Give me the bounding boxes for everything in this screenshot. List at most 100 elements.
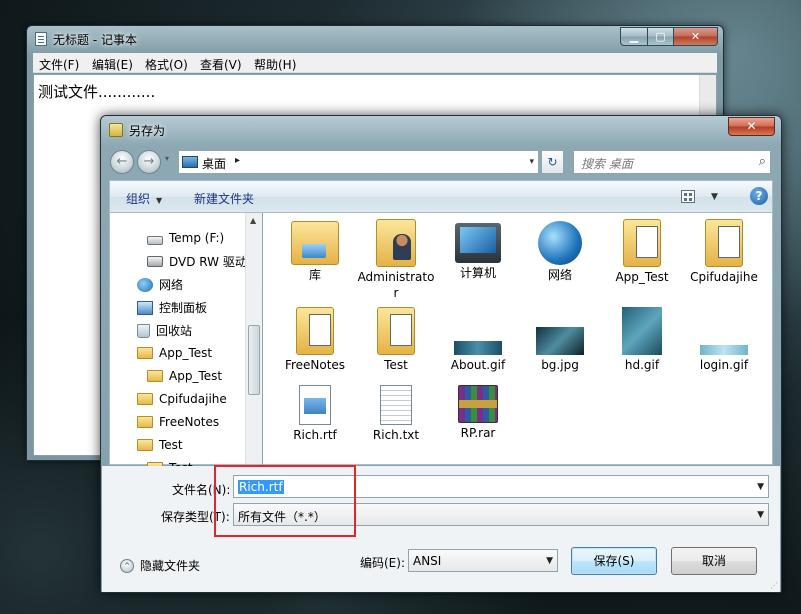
- rar-archive-icon: [458, 385, 498, 423]
- file-label: RP.rar: [460, 426, 496, 440]
- save-button[interactable]: 保存(S): [571, 547, 657, 575]
- dvd-drive-icon: [147, 256, 163, 267]
- notepad-menubar: 文件(F) 编辑(E) 格式(O) 查看(V) 帮助(H): [33, 53, 717, 73]
- nav-item-label: 控制面板: [159, 301, 208, 315]
- nav-item-test[interactable]: Test: [137, 438, 183, 452]
- organize-button[interactable]: 组织 ▼: [126, 190, 162, 207]
- command-bar: 组织 ▼ 新建文件夹 ▼ ?: [109, 180, 773, 213]
- maximize-button[interactable]: ▢: [647, 27, 674, 46]
- file-label: bg.jpg: [541, 358, 579, 372]
- organize-dropdown-icon: ▼: [156, 196, 163, 205]
- close-button[interactable]: ✕: [673, 27, 718, 46]
- nav-item-label: 网络: [159, 278, 184, 292]
- file-item-library[interactable]: 库: [275, 221, 355, 283]
- file-item-rich-rtf[interactable]: Rich.rtf: [275, 385, 355, 443]
- dialog-close-button[interactable]: ✕: [728, 117, 775, 136]
- file-item-computer[interactable]: 计算机: [438, 223, 518, 281]
- address-dropdown-icon[interactable]: ▾: [529, 157, 534, 167]
- network-icon: [538, 221, 582, 265]
- file-item-login-gif[interactable]: login.gif: [684, 345, 764, 373]
- collapse-icon: ^: [120, 558, 134, 573]
- file-label: About.gif: [450, 358, 506, 372]
- file-label: Cpifudajihe: [690, 270, 758, 284]
- scroll-up-icon[interactable]: ▲: [250, 216, 256, 225]
- computer-icon: [455, 223, 501, 263]
- nav-item-label: App_Test: [159, 346, 213, 360]
- menu-help[interactable]: 帮助(H): [254, 56, 296, 73]
- encoding-select[interactable]: ANSI ▼: [408, 549, 558, 572]
- search-placeholder: 搜索 桌面: [581, 157, 633, 171]
- file-label: Administrator: [357, 270, 435, 300]
- view-options-dropdown[interactable]: ▼: [711, 192, 718, 202]
- new-folder-button[interactable]: 新建文件夹: [194, 190, 254, 207]
- file-item-rp-rar[interactable]: RP.rar: [438, 385, 518, 441]
- nav-item-cpifudajihe[interactable]: Cpifudajihe: [137, 392, 227, 406]
- file-item-bg-jpg[interactable]: bg.jpg: [520, 327, 600, 373]
- nav-item-network[interactable]: 网络: [137, 276, 183, 293]
- folder-icon: [147, 370, 163, 382]
- nav-item-dvd-drive[interactable]: DVD RW 驱动: [147, 253, 247, 270]
- file-item-rich-txt[interactable]: Rich.txt: [356, 385, 436, 443]
- address-location[interactable]: 桌面: [202, 155, 226, 172]
- encoding-dropdown-icon[interactable]: ▼: [546, 556, 553, 566]
- recycle-bin-icon: [137, 323, 150, 338]
- folder-icon: [137, 416, 153, 428]
- nav-pane-scrollbar[interactable]: ▲: [245, 213, 262, 464]
- scroll-thumb[interactable]: [248, 325, 260, 395]
- resize-grip[interactable]: ⋰: [770, 581, 778, 590]
- library-icon: [291, 221, 339, 265]
- file-label: Test: [384, 358, 408, 372]
- file-item-network[interactable]: 网络: [520, 221, 600, 283]
- nav-item-freenotes[interactable]: FreeNotes: [137, 415, 219, 429]
- file-item-app-test[interactable]: App_Test: [602, 219, 682, 285]
- hide-folders-label: 隐藏文件夹: [140, 559, 201, 573]
- file-label: 计算机: [459, 266, 496, 280]
- file-item-administrator[interactable]: Administrator: [356, 219, 436, 301]
- dialog-title: 另存为: [129, 124, 166, 138]
- file-label: FreeNotes: [284, 358, 346, 372]
- save-as-dialog: 另存为 ✕ ← → ▾ 桌面 ▸ ▾ ↻ 搜索 桌面 ⌕ 组织 ▼ 新建文件夹 ▼…: [100, 115, 782, 593]
- nav-item-temp-drive[interactable]: Temp (F:): [147, 231, 224, 245]
- menu-edit[interactable]: 编辑(E): [92, 56, 133, 73]
- nav-item-app-test-sub[interactable]: App_Test: [147, 369, 222, 383]
- recent-locations-dropdown[interactable]: ▾: [165, 154, 169, 163]
- notepad-scrollbar[interactable]: [699, 75, 716, 119]
- menu-file[interactable]: 文件(F): [39, 56, 79, 73]
- menu-view[interactable]: 查看(V): [200, 56, 242, 73]
- file-label: 库: [308, 268, 321, 282]
- image-icon: [622, 307, 662, 355]
- menu-format[interactable]: 格式(O): [145, 56, 188, 73]
- address-bar[interactable]: 桌面 ▸ ▾: [178, 150, 539, 174]
- nav-item-recycle-bin[interactable]: 回收站: [137, 322, 192, 339]
- notepad-titlebar[interactable]: 无标题 - 记事本 ▁ ▢ ✕: [27, 26, 723, 52]
- search-icon[interactable]: ⌕: [759, 154, 766, 169]
- nav-item-app-test[interactable]: App_Test: [137, 346, 212, 360]
- hide-folders-button[interactable]: ^ 隐藏文件夹: [120, 557, 200, 574]
- back-button[interactable]: ←: [110, 150, 134, 174]
- file-item-hd-gif[interactable]: hd.gif: [602, 307, 682, 373]
- control-panel-icon: [137, 300, 153, 315]
- filetype-dropdown-icon[interactable]: ▼: [757, 510, 764, 520]
- file-item-about-gif[interactable]: About.gif: [438, 341, 518, 373]
- change-view-icon[interactable]: [681, 190, 695, 203]
- breadcrumb-arrow-icon[interactable]: ▸: [235, 155, 240, 166]
- nav-item-control-panel[interactable]: 控制面板: [137, 299, 207, 316]
- navigation-pane: Temp (F:) DVD RW 驱动 网络 控制面板 回收站 App_Test…: [109, 213, 262, 475]
- folder-icon: [137, 393, 153, 405]
- minimize-button[interactable]: ▁: [620, 27, 648, 46]
- annotation-highlight-box: [214, 465, 356, 537]
- notepad-title: 无标题 - 记事本: [53, 33, 137, 47]
- cancel-button[interactable]: 取消: [671, 547, 757, 575]
- help-icon[interactable]: ?: [750, 187, 768, 205]
- user-folder-icon: [376, 219, 416, 267]
- forward-button[interactable]: →: [137, 150, 161, 174]
- filename-dropdown-icon[interactable]: ▼: [757, 482, 764, 492]
- search-input[interactable]: 搜索 桌面 ⌕: [573, 150, 771, 174]
- file-item-cpifudajihe[interactable]: Cpifudajihe: [684, 219, 764, 285]
- refresh-button[interactable]: ↻: [541, 150, 564, 174]
- file-label: login.gif: [699, 358, 749, 372]
- file-item-freenotes[interactable]: FreeNotes: [275, 307, 355, 373]
- notepad-content: 测试文件............: [38, 83, 156, 101]
- rtf-document-icon: [299, 385, 331, 425]
- file-item-test[interactable]: Test: [356, 307, 436, 373]
